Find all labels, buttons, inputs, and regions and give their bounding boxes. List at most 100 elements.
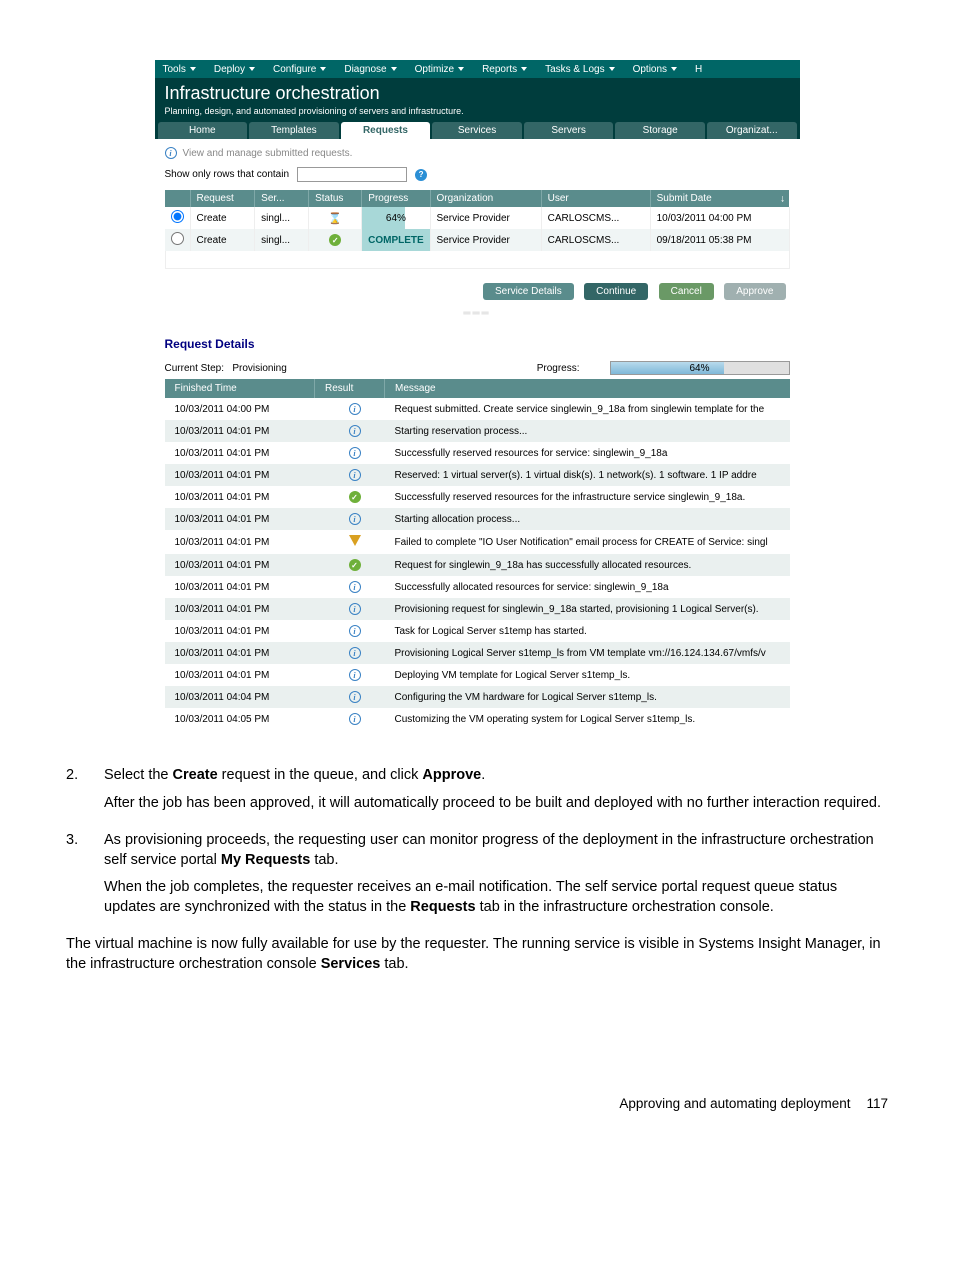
- check-icon: [329, 234, 341, 246]
- info-icon: [349, 447, 361, 459]
- cell-time: 10/03/2011 04:01 PM: [165, 576, 315, 598]
- row-radio[interactable]: [171, 210, 184, 223]
- col-select: [165, 190, 191, 207]
- tab-organization[interactable]: Organizat...: [707, 122, 797, 139]
- col-status[interactable]: Status: [309, 190, 362, 207]
- cell-result: [315, 620, 385, 642]
- col-message[interactable]: Message: [385, 379, 790, 398]
- cell-user: CARLOSCMS...: [541, 229, 650, 251]
- tab-requests[interactable]: Requests: [341, 122, 431, 139]
- menu-diagnose[interactable]: Diagnose: [336, 60, 406, 78]
- cell-message: Deploying VM template for Logical Server…: [385, 664, 790, 686]
- cell-result: [315, 554, 385, 576]
- resize-grip-icon[interactable]: ═══: [165, 308, 790, 319]
- col-submit-date[interactable]: Submit Date↓: [650, 190, 789, 207]
- tab-templates[interactable]: Templates: [249, 122, 339, 139]
- tab-storage[interactable]: Storage: [615, 122, 705, 139]
- menu-reports[interactable]: Reports: [474, 60, 537, 78]
- caret-down-icon: [190, 67, 196, 71]
- continue-button[interactable]: Continue: [584, 283, 648, 300]
- cell-service: singl...: [255, 207, 309, 229]
- cell-message: Failed to complete "IO User Notification…: [385, 530, 790, 554]
- info-icon: [349, 425, 361, 437]
- cell-result: [315, 598, 385, 620]
- cell-message: Provisioning Logical Server s1temp_ls fr…: [385, 642, 790, 664]
- step3-line2: When the job completes, the requester re…: [104, 878, 888, 917]
- menu-tasks-logs[interactable]: Tasks & Logs: [537, 60, 624, 78]
- col-finished-time[interactable]: Finished Time: [165, 379, 315, 398]
- warning-icon: [349, 535, 361, 546]
- col-organization[interactable]: Organization: [430, 190, 541, 207]
- cell-message: Task for Logical Server s1temp has start…: [385, 620, 790, 642]
- tab-servers[interactable]: Servers: [524, 122, 614, 139]
- filter-label: Show only rows that contain: [165, 169, 290, 180]
- cell-message: Provisioning request for singlewin_9_18a…: [385, 598, 790, 620]
- menu-tools[interactable]: Tools: [155, 60, 206, 78]
- cell-result: [315, 576, 385, 598]
- menu-optimize[interactable]: Optimize: [407, 60, 474, 78]
- page-subtitle: Planning, design, and automated provisio…: [165, 106, 790, 116]
- tab-home[interactable]: Home: [158, 122, 248, 139]
- step3-line1: As provisioning proceeds, the requesting…: [104, 831, 888, 870]
- col-result[interactable]: Result: [315, 379, 385, 398]
- cell-message: Starting allocation process...: [385, 508, 790, 530]
- caret-down-icon: [458, 67, 464, 71]
- menu-options[interactable]: Options: [625, 60, 687, 78]
- info-icon: [165, 147, 177, 159]
- col-request[interactable]: Request: [190, 190, 255, 207]
- step-number: 3.: [66, 831, 104, 925]
- caret-down-icon: [671, 67, 677, 71]
- cell-request: Create: [190, 207, 255, 229]
- info-icon: [349, 513, 361, 525]
- cell-result: [315, 642, 385, 664]
- table-row[interactable]: Createsingl... 64%Service ProviderCARLOSC…: [165, 207, 790, 229]
- filter-input[interactable]: [297, 167, 407, 182]
- table-row: 10/03/2011 04:04 PMConfiguring the VM ha…: [165, 686, 790, 708]
- cell-message: Customizing the VM operating system for …: [385, 708, 790, 730]
- current-step-value: Provisioning: [232, 363, 286, 374]
- service-details-button[interactable]: Service Details: [483, 283, 574, 300]
- table-row: 10/03/2011 04:01 PMSuccessfully reserved…: [165, 442, 790, 464]
- menu-help-truncated[interactable]: H: [687, 60, 712, 78]
- caret-down-icon: [249, 67, 255, 71]
- cell-time: 10/03/2011 04:01 PM: [165, 664, 315, 686]
- title-area: Infrastructure orchestration Planning, d…: [155, 78, 800, 122]
- cell-message: Starting reservation process...: [385, 420, 790, 442]
- details-progress-bar: 64%: [610, 361, 790, 375]
- cell-message: Successfully reserved resources for the …: [385, 486, 790, 508]
- cell-progress: 64%: [362, 207, 430, 229]
- cell-user: CARLOSCMS...: [541, 207, 650, 229]
- table-row: 10/03/2011 04:01 PMFailed to complete "I…: [165, 530, 790, 554]
- approve-button[interactable]: Approve: [724, 283, 785, 300]
- caret-down-icon: [521, 67, 527, 71]
- check-icon: [349, 491, 361, 503]
- col-user[interactable]: User: [541, 190, 650, 207]
- row-radio[interactable]: [171, 232, 184, 245]
- sort-desc-icon: ↓: [780, 193, 785, 204]
- footer-section: Approving and automating deployment: [619, 1095, 850, 1113]
- cell-organization: Service Provider: [430, 207, 541, 229]
- cell-submit-date: 10/03/2011 04:00 PM: [650, 207, 789, 229]
- info-icon: [349, 581, 361, 593]
- cell-message: Request for singlewin_9_18a has successf…: [385, 554, 790, 576]
- page-footer: Approving and automating deployment 117: [66, 1095, 888, 1113]
- tabbar: Home Templates Requests Services Servers…: [155, 122, 800, 139]
- cell-time: 10/03/2011 04:01 PM: [165, 442, 315, 464]
- cell-request: Create: [190, 229, 255, 251]
- cell-result: [315, 708, 385, 730]
- table-row[interactable]: Createsingl...COMPLETEService ProviderCA…: [165, 229, 790, 251]
- help-icon[interactable]: ?: [415, 169, 427, 181]
- col-progress[interactable]: Progress: [362, 190, 430, 207]
- menu-configure[interactable]: Configure: [265, 60, 336, 78]
- cell-time: 10/03/2011 04:01 PM: [165, 464, 315, 486]
- col-service[interactable]: Ser...: [255, 190, 309, 207]
- cell-time: 10/03/2011 04:00 PM: [165, 398, 315, 420]
- cell-time: 10/03/2011 04:01 PM: [165, 642, 315, 664]
- check-icon: [349, 559, 361, 571]
- menu-deploy[interactable]: Deploy: [206, 60, 265, 78]
- cancel-button[interactable]: Cancel: [659, 283, 714, 300]
- cell-time: 10/03/2011 04:01 PM: [165, 554, 315, 576]
- cell-time: 10/03/2011 04:01 PM: [165, 486, 315, 508]
- tab-services[interactable]: Services: [432, 122, 522, 139]
- info-icon: [349, 647, 361, 659]
